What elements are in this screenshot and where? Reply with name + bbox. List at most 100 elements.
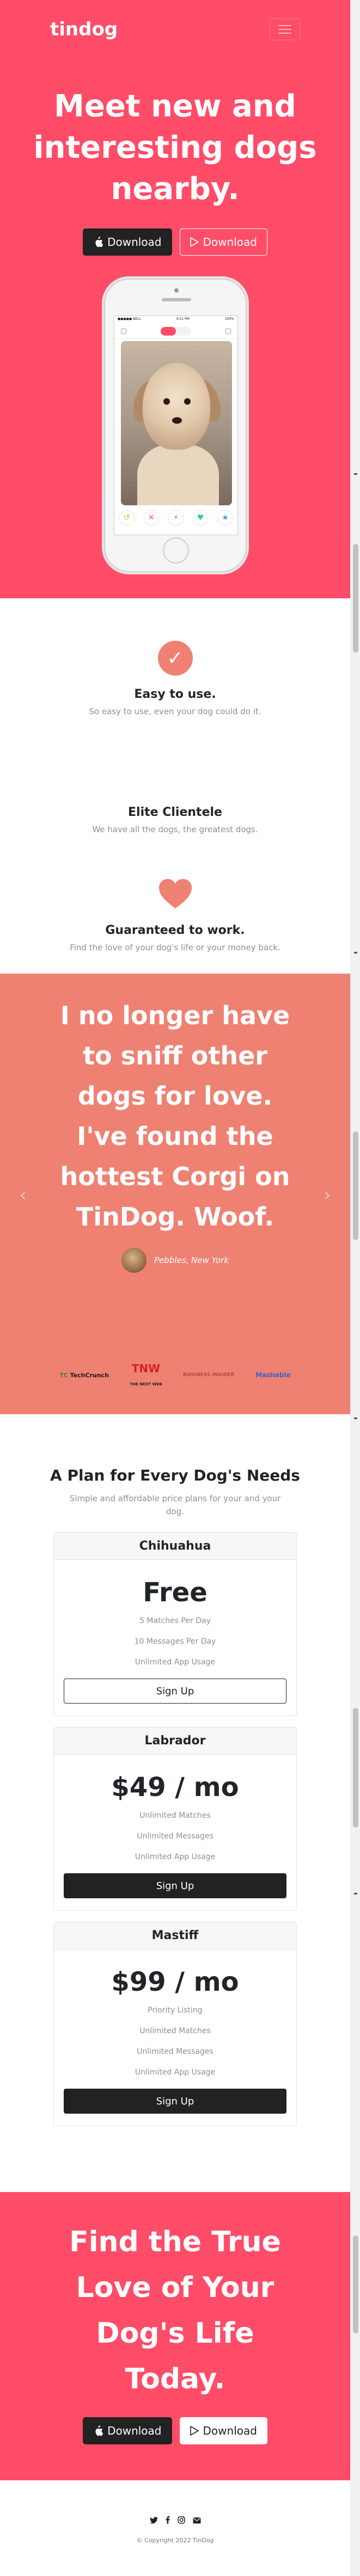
cta-google-play-download-button[interactable]: Download bbox=[179, 2417, 267, 2444]
cta-heading: Find the True Love of Your Dog's Life To… bbox=[69, 2226, 281, 2395]
scrollbar-thumb[interactable] bbox=[353, 2236, 358, 2333]
apple-icon bbox=[95, 2425, 103, 2436]
brand-logo[interactable]: tindog bbox=[50, 18, 118, 40]
feature-title: Elite Clientele bbox=[128, 806, 222, 819]
plan-feature: 10 Messages Per Day bbox=[134, 1637, 216, 1646]
cta-apple-download-button[interactable]: Download bbox=[83, 2417, 172, 2444]
feature-title: Easy to use. bbox=[134, 688, 216, 701]
signup-button-mastiff[interactable]: Sign Up bbox=[64, 2089, 286, 2114]
footer: © Copyright 2022 TinDog bbox=[0, 2480, 350, 2576]
facebook-icon[interactable] bbox=[166, 2516, 170, 2526]
phone-screen: ●●●●● BELL 4:21 PM 100% ↺ ✕ ⚡ ♥ ★ bbox=[114, 315, 238, 535]
envelope-icon[interactable] bbox=[193, 2516, 201, 2526]
pricing-card-chihuahua: Chihuahua Free 5 Matches Per Day 10 Mess… bbox=[53, 1532, 297, 1716]
testimonial-author-name: Pebbles, New York bbox=[154, 1255, 229, 1265]
techcrunch-mark: TC bbox=[59, 1371, 68, 1379]
feature-elite-clientele: Elite Clientele We have all the dogs, th… bbox=[0, 760, 350, 834]
status-battery: 100% bbox=[224, 317, 234, 321]
scrollbar-tick bbox=[354, 1417, 357, 1419]
apple-download-button[interactable]: Download bbox=[83, 228, 172, 256]
feature-title: Guaranteed to work. bbox=[105, 924, 245, 937]
status-carrier: ●●●●● BELL bbox=[118, 317, 141, 321]
testimonial-quote: I no longer have to sniff other dogs for… bbox=[60, 1001, 290, 1231]
plan-name: Labrador bbox=[54, 1727, 296, 1755]
hero-heading: Meet new and interesting dogs nearby. bbox=[33, 89, 317, 207]
feature-text: So easy to use, even your dog could do i… bbox=[89, 707, 261, 716]
phone-status-bar: ●●●●● BELL 4:21 PM 100% bbox=[114, 316, 237, 324]
hamburger-line bbox=[278, 25, 291, 26]
settings-icon bbox=[121, 328, 126, 334]
page: tindog Meet new and interesting dogs nea… bbox=[0, 0, 350, 2576]
phone-home-button bbox=[163, 537, 189, 564]
google-play-download-label: Download bbox=[203, 236, 257, 249]
copyright-text: © Copyright 2022 TinDog bbox=[136, 2537, 214, 2544]
download-buttons: Download Download bbox=[0, 228, 350, 256]
plan-name: Chihuahua bbox=[54, 1533, 296, 1560]
press-logos: TC TechCrunch TNW THE NEXT WEB BUSINESS … bbox=[0, 1362, 350, 1388]
hamburger-line bbox=[278, 29, 291, 30]
vertical-scrollbar[interactable] bbox=[350, 0, 360, 2576]
like-icon: ♥ bbox=[193, 511, 208, 525]
mode-toggle bbox=[161, 326, 191, 336]
cta-section: Find the True Love of Your Dog's Life To… bbox=[0, 2192, 350, 2480]
status-time: 4:21 PM bbox=[176, 317, 190, 321]
instagram-icon[interactable] bbox=[177, 2516, 185, 2526]
dog-body bbox=[137, 444, 219, 505]
business-insider-logo: BUSINESS INSIDER bbox=[182, 1372, 235, 1378]
avatar bbox=[121, 1248, 147, 1273]
apple-download-label: Download bbox=[107, 236, 162, 249]
navbar: tindog bbox=[0, 0, 350, 59]
pricing-card-mastiff: Mastiff $99 / mo Priority Listing Unlimi… bbox=[53, 1922, 297, 2126]
dislike-icon: ✕ bbox=[144, 511, 158, 525]
social-links bbox=[0, 2516, 350, 2526]
flame-icon bbox=[161, 326, 176, 336]
plan-feature: Priority Listing bbox=[148, 2006, 203, 2015]
scrollbar-thumb[interactable] bbox=[353, 1708, 358, 1828]
mashable-logo: Mashable bbox=[255, 1371, 291, 1379]
superlike-icon: ★ bbox=[218, 511, 233, 525]
navbar-toggler-button[interactable] bbox=[270, 18, 300, 40]
app-header bbox=[114, 324, 237, 339]
plan-feature: Unlimited App Usage bbox=[135, 2068, 216, 2077]
cta-google-play-download-label: Download bbox=[203, 2424, 257, 2437]
twitter-icon[interactable] bbox=[149, 2516, 158, 2526]
feature-text: We have all the dogs, the greatest dogs. bbox=[92, 825, 258, 834]
carousel-next-icon[interactable]: › bbox=[324, 1186, 331, 1205]
carousel-prev-icon[interactable]: ‹ bbox=[20, 1186, 26, 1205]
pricing-subheading: Simple and affordable price plans for yo… bbox=[69, 1494, 281, 1516]
testimonial-author: Pebbles, New York bbox=[0, 1248, 350, 1273]
plan-feature: Unlimited App Usage bbox=[135, 1658, 216, 1667]
plan-name: Mastiff bbox=[54, 1922, 296, 1949]
chat-icon bbox=[225, 328, 231, 334]
testimonials-section: I no longer have to sniff other dogs for… bbox=[0, 974, 350, 1414]
plan-price: Free bbox=[143, 1577, 208, 1608]
scrollbar-thumb[interactable] bbox=[353, 1131, 358, 1240]
cta-download-buttons: Download Download bbox=[0, 2417, 350, 2444]
signup-button-labrador[interactable]: Sign Up bbox=[64, 1873, 286, 1898]
dog-face bbox=[143, 363, 210, 450]
hamburger-line bbox=[278, 33, 291, 34]
plan-feature: Unlimited Messages bbox=[137, 2047, 213, 2056]
google-play-download-button[interactable]: Download bbox=[179, 228, 267, 256]
feature-easy-to-use: ✓ Easy to use. So easy to use, even your… bbox=[0, 641, 350, 716]
pricing-section: A Plan for Every Dog's Needs Simple and … bbox=[0, 1414, 350, 2192]
scrollbar-tick bbox=[354, 473, 357, 475]
cta-apple-download-label: Download bbox=[107, 2424, 162, 2437]
apple-icon bbox=[95, 237, 103, 247]
swipe-actions: ↺ ✕ ⚡ ♥ ★ bbox=[114, 511, 237, 525]
phone-camera bbox=[174, 288, 179, 293]
feature-guaranteed: Guaranteed to work. Find the love of you… bbox=[0, 878, 350, 952]
features-section: ✓ Easy to use. So easy to use, even your… bbox=[0, 598, 350, 974]
feature-text: Find the love of your dog's life or your… bbox=[70, 943, 280, 952]
scrollbar-thumb[interactable] bbox=[353, 544, 358, 653]
dog-nose bbox=[172, 417, 182, 424]
plan-feature: Unlimited Matches bbox=[139, 2027, 211, 2035]
plan-feature: Unlimited Messages bbox=[137, 1832, 213, 1841]
phone-mockup: ●●●●● BELL 4:21 PM 100% ↺ ✕ ⚡ ♥ ★ bbox=[104, 278, 247, 572]
heart-icon bbox=[158, 879, 192, 908]
bullseye-icon bbox=[158, 760, 192, 792]
signup-button-chihuahua[interactable]: Sign Up bbox=[64, 1679, 286, 1704]
google-play-icon bbox=[190, 237, 199, 247]
rewind-icon: ↺ bbox=[119, 511, 134, 525]
tnw-logo: TNW THE NEXT WEB bbox=[130, 1362, 162, 1388]
